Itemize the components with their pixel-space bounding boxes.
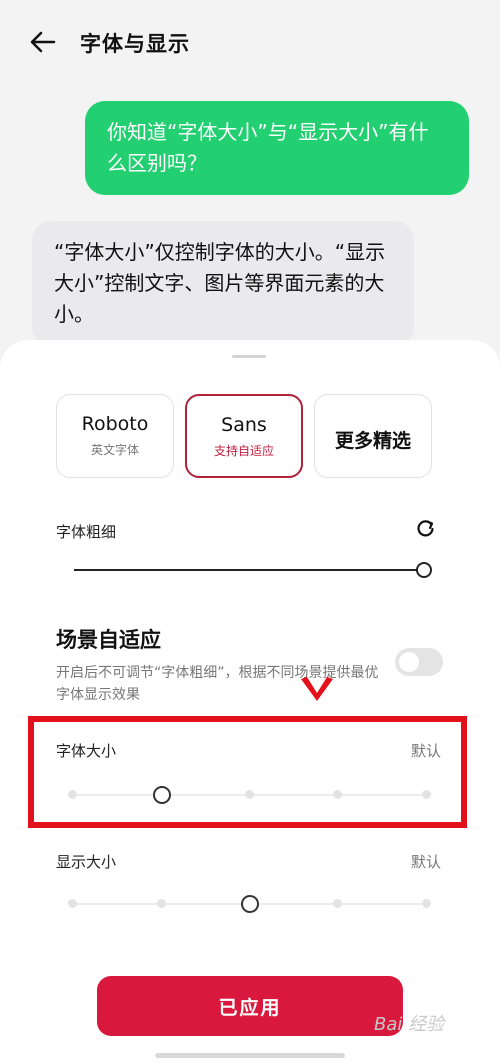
page-title: 字体与显示 <box>80 32 190 56</box>
font-option-name: Roboto <box>81 413 149 435</box>
font-option-more[interactable]: 更多精选 <box>314 394 432 478</box>
annotation-arrow-icon <box>301 677 333 701</box>
display-size-step[interactable] <box>68 899 77 908</box>
back-arrow-icon[interactable] <box>28 28 58 56</box>
sheet-drag-handle[interactable] <box>232 355 266 358</box>
weight-slider-thumb[interactable] <box>416 562 432 578</box>
weight-label: 字体粗细 <box>56 523 117 541</box>
apply-button[interactable]: 已应用 <box>97 976 403 1036</box>
watermark: Bai 经验 <box>374 1014 445 1035</box>
font-option-name: 更多精选 <box>334 430 411 452</box>
font-option-name: Sans <box>221 414 267 436</box>
bot-message-bubble: “字体大小”仅控制字体的大小。“显示大小”控制文字、图片等界面元素的大小。 <box>32 221 414 347</box>
adaptive-toggle[interactable] <box>395 648 443 676</box>
display-size-step[interactable] <box>422 899 431 908</box>
home-indicator[interactable] <box>155 1053 345 1058</box>
font-option-roboto[interactable]: Roboto 英文字体 <box>56 394 174 478</box>
display-size-thumb[interactable] <box>241 895 259 913</box>
adaptive-title: 场景自适应 <box>56 628 161 652</box>
user-message-bubble: 你知道“字体大小”与“显示大小”有什么区别吗？ <box>85 101 469 195</box>
app-header: 字体与显示 <box>0 0 500 84</box>
toggle-knob <box>399 652 419 672</box>
reset-icon[interactable] <box>416 518 436 538</box>
font-option-subtitle: 支持自适应 <box>213 444 274 458</box>
display-size-value: 默认 <box>411 853 442 871</box>
settings-sheet: Roboto 英文字体 Sans 支持自适应 更多精选 字体粗细 场景自适应 开… <box>0 340 500 1064</box>
display-size-step[interactable] <box>157 899 166 908</box>
annotation-highlight-box <box>28 716 467 828</box>
weight-slider-track[interactable] <box>74 569 422 571</box>
display-size-step[interactable] <box>333 899 342 908</box>
display-size-label: 显示大小 <box>56 853 117 871</box>
font-option-subtitle: 英文字体 <box>90 443 139 457</box>
font-option-sans[interactable]: Sans 支持自适应 <box>185 394 303 478</box>
